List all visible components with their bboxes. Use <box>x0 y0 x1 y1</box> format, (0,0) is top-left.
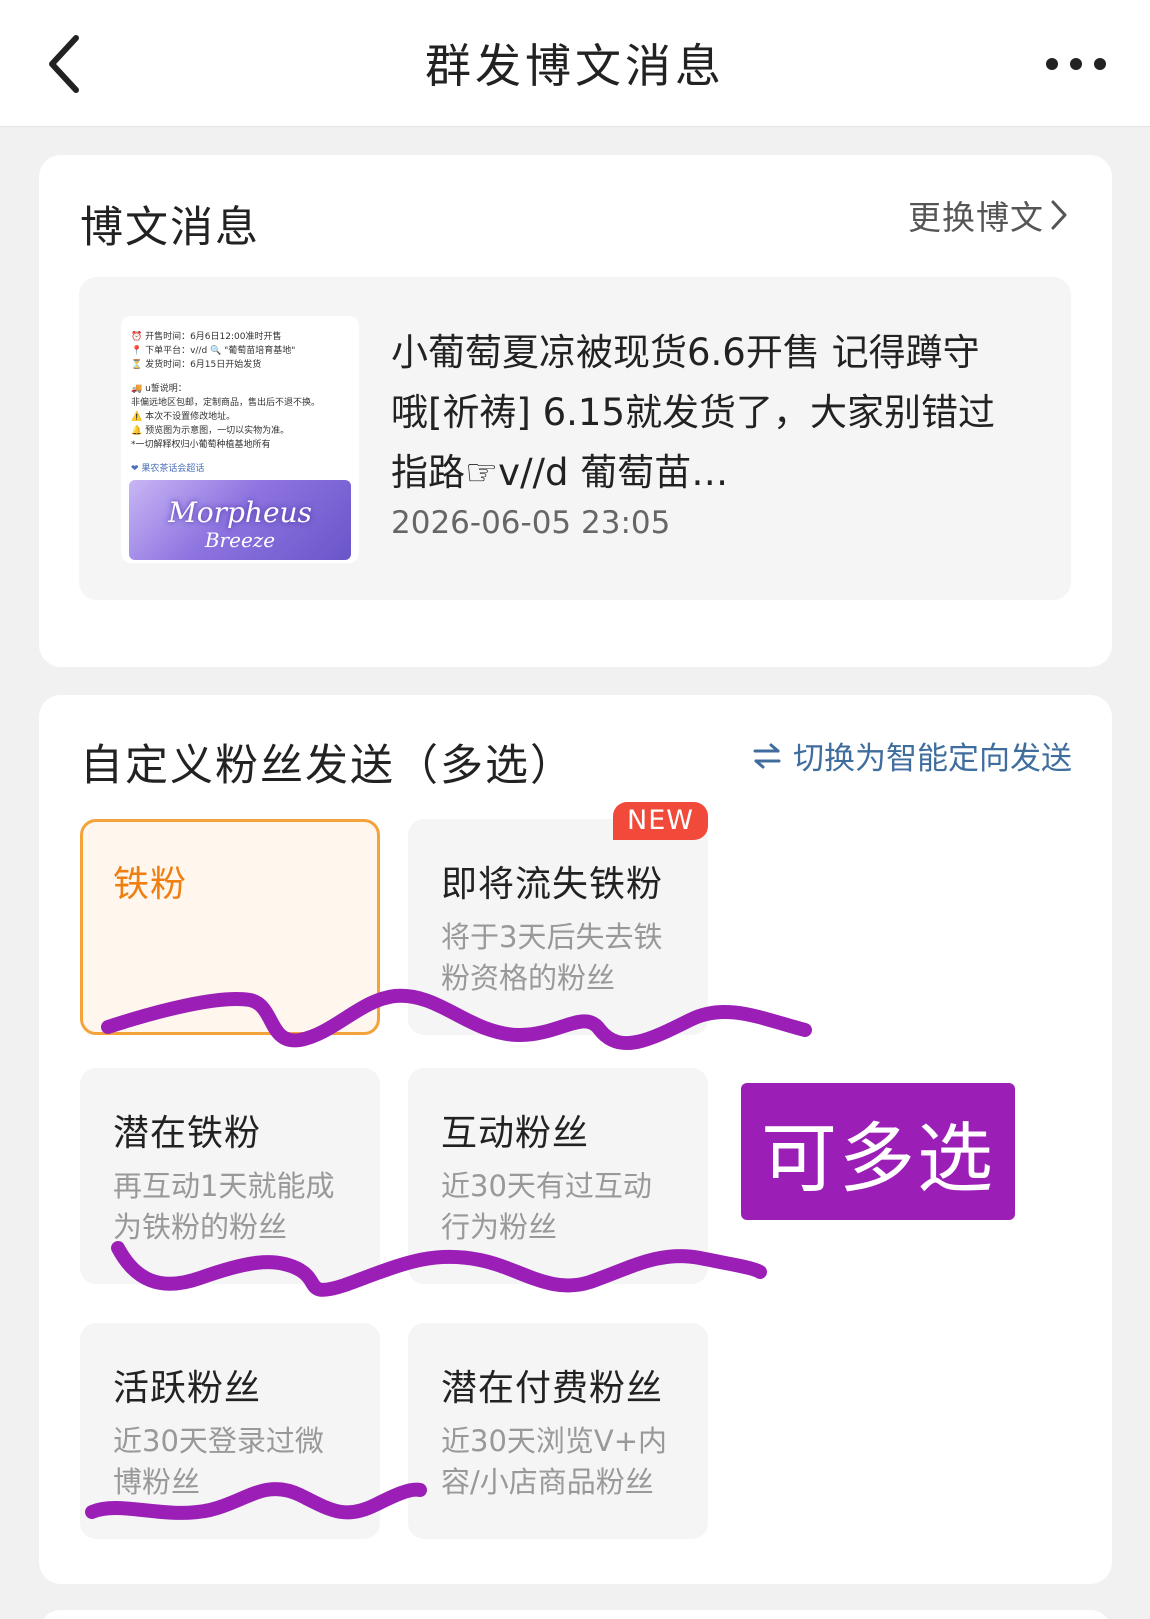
thumbnail-text-line: 非偏远地区包邮，定制商品，售出后不退不换。 <box>131 398 321 408</box>
top-bar: 群发博文消息 <box>0 0 1150 127</box>
swap-arrows-icon <box>753 743 781 768</box>
thumbnail-text: ⏰ 开售时间：6月6日12:00准时开售 📍 下单平台：v//d 🔍 "葡萄苗培育… <box>131 330 351 476</box>
change-post-button[interactable]: 更换博文 <box>908 191 1068 239</box>
option-title: 活跃粉丝 <box>113 1368 262 1409</box>
switch-smart-send-label: 切换为智能定向发送 <box>793 741 1072 777</box>
thumbnail-text-line: 📍 下单平台：v//d 🔍 "葡萄苗培育基地" <box>131 346 296 356</box>
option-potential-paying-fans[interactable]: 潜在付费粉丝 近30天浏览V+内容/小店商品粉丝 <box>408 1323 708 1539</box>
post-time: 2026-06-05 23:05 <box>391 505 671 541</box>
more-button[interactable] <box>1036 40 1116 88</box>
option-title: 互动粉丝 <box>441 1113 590 1154</box>
option-active-fans[interactable]: 活跃粉丝 近30天登录过微博粉丝 <box>80 1323 380 1539</box>
thumbnail-text-line: 🔔 预览图为示意图，一切以实物为准。 <box>131 426 290 436</box>
thumbnail-banner: Morpheus Breeze <box>129 480 351 560</box>
more-dots-icon <box>1046 58 1106 70</box>
chevron-right-icon <box>1051 200 1067 230</box>
page-title: 群发博文消息 <box>425 39 725 93</box>
thumbnail-text-line: ⏰ 开售时间：6月6日12:00准时开售 <box>131 332 282 342</box>
post-card: 博文消息 更换博文 ⏰ 开售时间：6月6日12:00准时开售 📍 下单平台：v//… <box>39 155 1112 667</box>
option-description: 再互动1天就能成为铁粉的粉丝 <box>113 1169 335 1244</box>
option-potential-iron-fans[interactable]: 潜在铁粉 再互动1天就能成为铁粉的粉丝 <box>80 1068 380 1284</box>
switch-smart-send-link[interactable]: 切换为智能定向发送 <box>753 733 1072 778</box>
option-description: 近30天登录过微博粉丝 <box>113 1424 324 1499</box>
option-description: 近30天浏览V+内容/小店商品粉丝 <box>441 1424 668 1499</box>
thumbnail-text-line: ⏳ 发货时间：6月15日开始发货 <box>131 360 262 370</box>
thumbnail-text-line <box>131 452 351 462</box>
next-card-edge <box>39 1610 1112 1619</box>
thumbnail-text-line <box>131 372 351 382</box>
post-preview[interactable]: ⏰ 开售时间：6月6日12:00准时开售 📍 下单平台：v//d 🔍 "葡萄苗培育… <box>79 277 1071 600</box>
post-text: 小葡萄夏凉被现货6.6开售 记得蹲守哦[祈祷] 6.15就发货了，大家别错过 指… <box>391 331 996 494</box>
option-losing-iron-fans[interactable]: NEW 即将流失铁粉 将于3天后失去铁粉资格的粉丝 <box>408 802 708 1035</box>
option-title: 即将流失铁粉 <box>441 864 664 905</box>
option-interactive-fans[interactable]: 互动粉丝 近30天有过互动行为粉丝 <box>408 1068 708 1284</box>
option-iron-fans[interactable]: 铁粉 <box>80 819 380 1035</box>
thumbnail-text-line: ⚠️ 本次不设置修改地址。 <box>131 412 236 422</box>
post-section-title: 博文消息 <box>80 203 260 253</box>
option-description: 近30天有过互动行为粉丝 <box>441 1169 652 1244</box>
post-thumbnail: ⏰ 开售时间：6月6日12:00准时开售 📍 下单平台：v//d 🔍 "葡萄苗培育… <box>121 316 359 563</box>
option-title: 铁粉 <box>113 864 188 905</box>
option-title: 潜在付费粉丝 <box>441 1368 664 1409</box>
thumbnail-banner-title: Morpheus <box>168 496 312 529</box>
thumbnail-text-line: 🚚 u誓说明： <box>131 384 187 394</box>
change-post-label: 更换博文 <box>908 198 1044 237</box>
thumbnail-banner-subtitle: Breeze <box>204 528 276 552</box>
option-title: 潜在铁粉 <box>113 1113 262 1154</box>
new-badge: NEW <box>613 802 708 840</box>
option-description: 将于3天后失去铁粉资格的粉丝 <box>441 920 663 995</box>
thumbnail-text-line: *一切解释权归小葡萄种植基地所有 <box>131 440 271 450</box>
multi-select-annotation: 可多选 <box>741 1083 1015 1220</box>
fans-section-title: 自定义粉丝发送（多选） <box>80 741 575 791</box>
thumbnail-text-line: ❤ 果农茶话会超话 <box>131 464 205 474</box>
